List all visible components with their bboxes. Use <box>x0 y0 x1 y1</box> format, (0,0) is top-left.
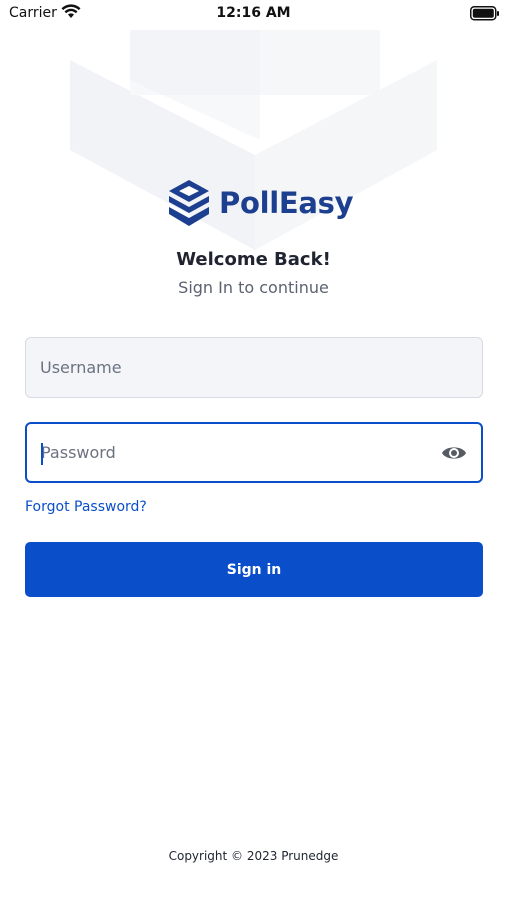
copyright-text: Copyright © 2023 Prunedge <box>168 849 339 863</box>
username-field-container <box>25 337 483 398</box>
status-time: 12:16 AM <box>216 5 291 21</box>
username-input[interactable] <box>26 338 482 397</box>
password-field-container <box>25 422 483 483</box>
page-title: Welcome Back! <box>176 249 331 270</box>
brand-logo: PollEasy <box>167 179 354 227</box>
password-input[interactable] <box>27 424 481 481</box>
battery-icon <box>470 6 500 25</box>
eye-icon[interactable] <box>441 442 467 464</box>
polleasy-logo-icon <box>167 179 211 227</box>
sign-in-button[interactable]: Sign in <box>25 542 483 597</box>
page-subtitle: Sign In to continue <box>178 278 329 297</box>
brand-name: PollEasy <box>219 186 354 220</box>
forgot-password-link[interactable]: Forgot Password? <box>25 499 147 515</box>
text-caret <box>41 443 43 465</box>
